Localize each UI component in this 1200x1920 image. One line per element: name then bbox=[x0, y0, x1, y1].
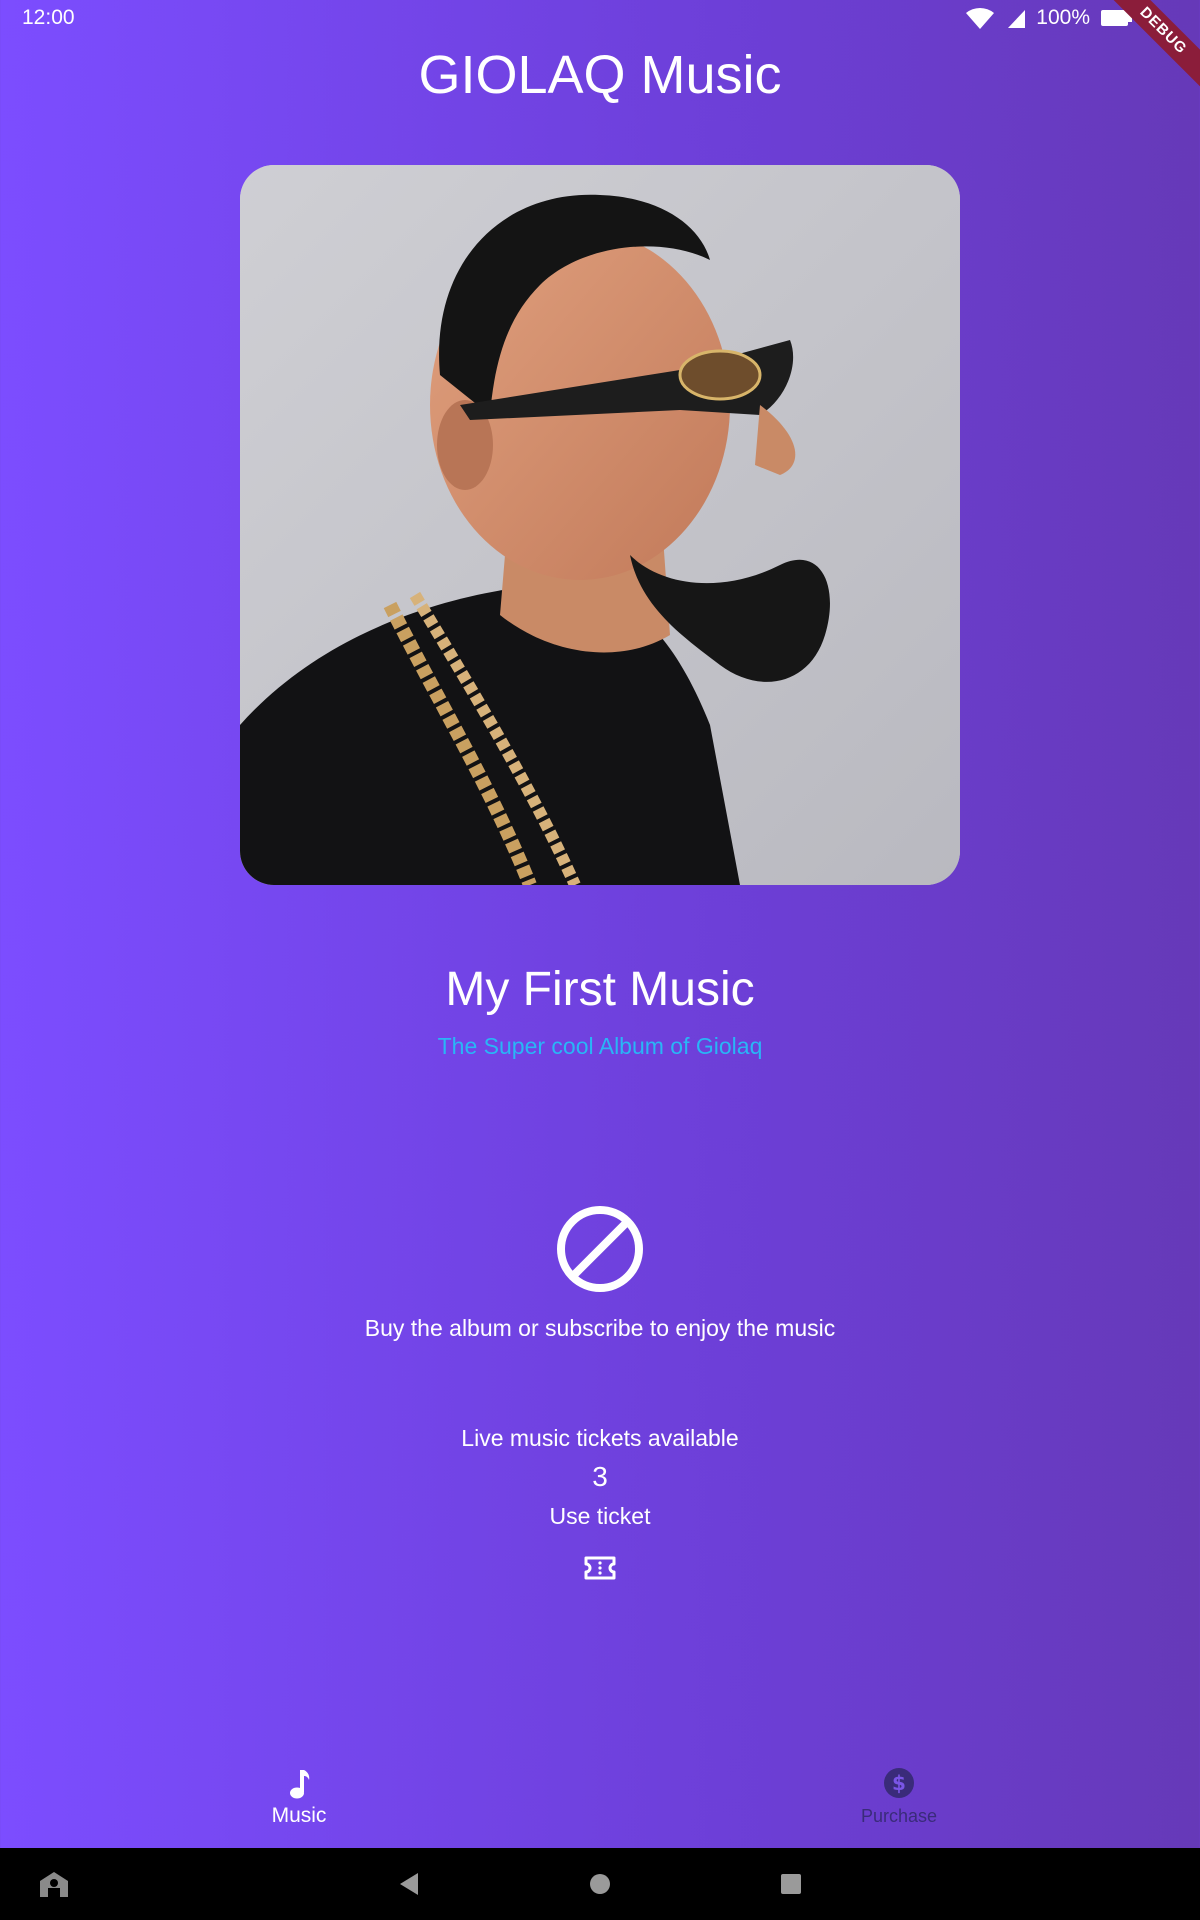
nav-music-tab[interactable]: Music bbox=[199, 1760, 399, 1848]
tickets-available-label: Live music tickets available bbox=[461, 1425, 739, 1451]
system-navigation-bar bbox=[0, 1848, 1200, 1920]
tickets-count: 3 bbox=[592, 1461, 608, 1492]
status-bar: 12:00 100% DEBUG bbox=[0, 0, 1200, 101]
nav-purchase-label: Purchase bbox=[860, 1806, 938, 1826]
nav-music-label: Music bbox=[271, 1804, 327, 1827]
battery-percent: 100% bbox=[1036, 6, 1090, 29]
ticket-icon bbox=[584, 1556, 616, 1585]
use-ticket-label: Use ticket bbox=[549, 1503, 651, 1529]
dollar-circle-icon: $ bbox=[882, 1760, 916, 1800]
track-title: My First Music bbox=[445, 963, 755, 1016]
accessibility-icon[interactable] bbox=[34, 1848, 74, 1920]
app-title: GIOLAQ Music bbox=[418, 45, 782, 105]
back-icon bbox=[400, 1873, 418, 1895]
home-button[interactable] bbox=[575, 1848, 625, 1920]
signal-icon bbox=[1006, 7, 1026, 29]
svg-text:$: $ bbox=[892, 1771, 906, 1795]
access-message: Buy the album or subscribe to enjoy the … bbox=[364, 1315, 836, 1341]
wifi-icon bbox=[964, 5, 996, 31]
recents-button[interactable] bbox=[766, 1848, 816, 1920]
nav-purchase-tab[interactable]: $ Purchase bbox=[799, 1760, 999, 1848]
block-icon bbox=[554, 1203, 646, 1295]
album-cover-image bbox=[240, 165, 960, 885]
album-subtitle: The Super cool Album of Giolaq bbox=[437, 1033, 763, 1059]
status-indicators: 100% bbox=[964, 5, 1134, 31]
use-ticket-button[interactable] bbox=[578, 1552, 622, 1588]
bottom-navigation: Music $ Purchase bbox=[0, 1760, 1200, 1848]
back-button[interactable] bbox=[384, 1848, 434, 1920]
music-note-icon bbox=[286, 1760, 312, 1800]
recents-icon bbox=[781, 1874, 801, 1894]
status-time: 12:00 bbox=[22, 6, 75, 29]
home-icon bbox=[590, 1874, 610, 1894]
